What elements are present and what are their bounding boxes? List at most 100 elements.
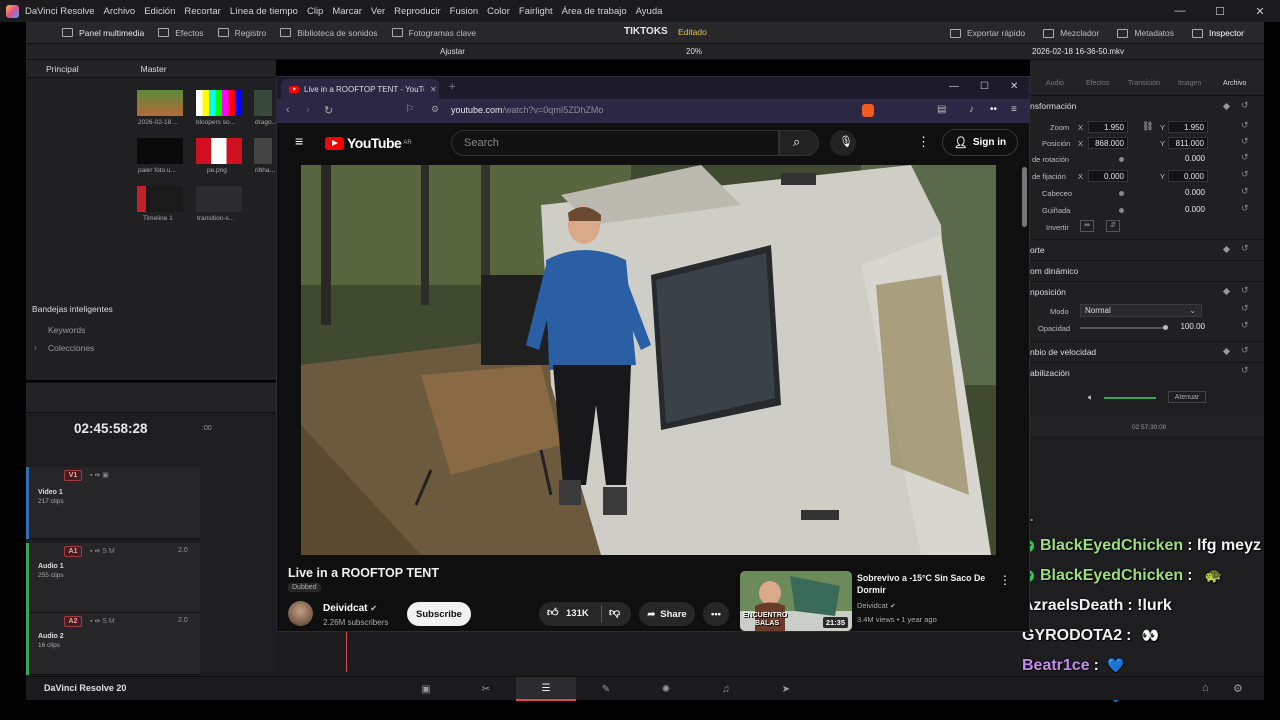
speaker-icon[interactable]: 🔈︎	[1088, 392, 1093, 403]
flip-horizontal-icon[interactable]: ⇹	[1080, 220, 1094, 232]
menu-ver[interactable]: Ver	[371, 6, 385, 17]
recommended-video-title[interactable]: Sobrevivo a -15°C Sin Saco De Dormir	[857, 572, 989, 596]
page-fairlight-icon[interactable]: ♫	[696, 677, 756, 701]
pitch-field[interactable]: 0.000	[1168, 187, 1208, 199]
attenuate-button[interactable]: Atenuar	[1168, 391, 1206, 403]
reset-icon[interactable]: ↺	[1241, 100, 1249, 111]
media-thumb-4[interactable]	[196, 138, 242, 164]
menu-marcar[interactable]: Marcar	[332, 6, 362, 17]
recommended-channel[interactable]: Deividcat ✔	[857, 601, 896, 610]
anchor-y-field[interactable]: 0.000	[1168, 170, 1208, 182]
position-y-field[interactable]: 811.000	[1168, 137, 1208, 149]
page-deliver-icon[interactable]: ➤	[756, 677, 816, 701]
tab-close-icon[interactable]: ✕	[430, 85, 437, 94]
effects-button[interactable]: Efectos	[158, 28, 204, 38]
yaw-field[interactable]: 0.000	[1168, 204, 1208, 216]
extensions-icon[interactable]: ••	[990, 104, 997, 115]
more-options-icon[interactable]: ⋮	[917, 134, 930, 150]
home-icon[interactable]: ⌂	[1202, 682, 1209, 694]
browser-tab[interactable]: Live in a ROOFTOP TENT - YouTu ✕	[281, 79, 439, 99]
collections-bin[interactable]: Colecciones	[48, 343, 94, 353]
track-badge[interactable]: V1	[64, 470, 82, 481]
browser-menu-icon[interactable]: ≡	[1011, 104, 1017, 115]
menu-archivo[interactable]: Archivo	[104, 6, 136, 17]
like-icon[interactable]: 👍︎	[547, 606, 559, 619]
close-icon[interactable]: ✕	[1240, 0, 1280, 22]
media-thumb-3[interactable]	[137, 138, 183, 164]
recommended-more-icon[interactable]: ⋮	[999, 573, 1011, 587]
maximize-icon[interactable]: ☐	[1200, 0, 1240, 22]
reset-icon[interactable]: ↺	[1241, 320, 1249, 331]
app-menu[interactable]: DaVinci Resolve	[25, 6, 95, 17]
media-thumb-1[interactable]	[196, 90, 242, 116]
reset-icon[interactable]: ↺	[1241, 243, 1249, 254]
tab-audio[interactable]: Audio	[1046, 80, 1064, 87]
new-tab-icon[interactable]: +	[449, 81, 455, 93]
reset-icon[interactable]: ↺	[1241, 120, 1249, 131]
page-fusion-icon[interactable]: ✎	[576, 677, 636, 701]
menu-recortar[interactable]: Recortar	[184, 6, 220, 17]
minimize-icon[interactable]: —	[1160, 0, 1200, 22]
tab-file[interactable]: Archivo	[1223, 80, 1246, 87]
track-audio-2[interactable]: A2 ▪ ⇹ S M 2.0 Audio 2 16 clips	[26, 613, 200, 675]
flip-vertical-icon[interactable]: ⇵	[1106, 220, 1120, 232]
tab-effects[interactable]: Efectos	[1086, 80, 1109, 87]
sound-library-button[interactable]: Biblioteca de sonidos	[280, 28, 378, 38]
index-button[interactable]: Registro	[217, 28, 266, 38]
menu-color[interactable]: Color	[487, 6, 510, 17]
video-player[interactable]	[301, 165, 996, 555]
inspector-button[interactable]: Inspector	[1192, 28, 1244, 38]
track-badge[interactable]: A2	[64, 616, 82, 627]
media-pool-button[interactable]: Panel multimedia	[62, 28, 144, 38]
voice-search-button[interactable]: 🎙︎	[830, 130, 856, 156]
share-button[interactable]: ➦ Share	[639, 602, 695, 626]
yaw-slider[interactable]	[1119, 208, 1124, 213]
page-edit-icon[interactable]: ☰	[516, 677, 576, 701]
reset-icon[interactable]: ↺	[1241, 365, 1249, 376]
menu-fusion[interactable]: Fusion	[450, 6, 479, 17]
page-color-icon[interactable]: ✺	[636, 677, 696, 701]
page-scrollbar[interactable]	[1022, 167, 1027, 227]
keywords-bin[interactable]: Keywords	[48, 325, 85, 335]
pitch-slider[interactable]	[1119, 191, 1124, 196]
menu-reproducir[interactable]: Reproducir	[394, 6, 440, 17]
channel-name[interactable]: Deividcat ✔	[323, 603, 377, 614]
more-actions-button[interactable]: •••	[703, 602, 729, 626]
sign-in-button[interactable]: 👤︎ Sign in	[942, 129, 1018, 156]
mixer-button[interactable]: Mezclador	[1043, 28, 1099, 38]
opacity-slider-track[interactable]	[1080, 327, 1165, 329]
menu-ayuda[interactable]: Ayuda	[636, 6, 663, 17]
rotation-slider[interactable]	[1119, 157, 1124, 162]
media-icon[interactable]: ♪	[969, 104, 974, 115]
fit-dropdown[interactable]: Ajustar	[440, 47, 465, 56]
track-solo-mute-icon[interactable]: ▪ ⇹ S M	[90, 617, 115, 625]
reset-icon[interactable]: ↺	[1241, 303, 1249, 314]
search-input[interactable]: Search	[451, 130, 779, 156]
back-icon[interactable]: ‹	[286, 104, 290, 116]
reset-icon[interactable]: ↺	[1241, 285, 1249, 296]
zoom-dropdown[interactable]: 20%	[686, 47, 702, 56]
quick-export-button[interactable]: Exportar rápido	[949, 28, 1025, 38]
address-input[interactable]: youtube.com/watch?v=0qmI5ZDhZMo	[451, 105, 603, 115]
timeline-track-area[interactable]	[276, 632, 1030, 676]
media-thumb-7[interactable]	[196, 186, 242, 212]
reset-icon[interactable]: ↺	[1241, 169, 1249, 180]
reset-icon[interactable]: ↺	[1241, 186, 1249, 197]
browser-maximize-icon[interactable]: ☐	[980, 81, 989, 92]
reset-icon[interactable]: ↺	[1241, 152, 1249, 163]
reset-icon[interactable]: ↺	[1241, 345, 1249, 356]
menu-edicion[interactable]: Edición	[144, 6, 175, 17]
rotation-field[interactable]: 0.000	[1168, 153, 1208, 165]
youtube-logo[interactable]: YouTube AR	[325, 135, 412, 151]
track-lock-icon[interactable]: ▪ ⇹ ▣	[90, 471, 109, 479]
chevron-right-icon[interactable]: ›	[34, 343, 37, 352]
anchor-x-field[interactable]: 0.000	[1088, 170, 1128, 182]
menu-fairlight[interactable]: Fairlight	[519, 6, 553, 17]
browser-close-icon[interactable]: ✕	[1010, 81, 1018, 92]
reset-icon[interactable]: ↺	[1241, 203, 1249, 214]
browser-minimize-icon[interactable]: —	[949, 81, 959, 92]
section-stabilization[interactable]: abilización	[1030, 362, 1264, 382]
recommended-video-thumbnail[interactable]: ENCUENTRO BALAS 21:35	[740, 571, 852, 631]
brave-shield-icon[interactable]	[862, 104, 874, 117]
metadata-button[interactable]: Metadatos	[1117, 28, 1174, 38]
